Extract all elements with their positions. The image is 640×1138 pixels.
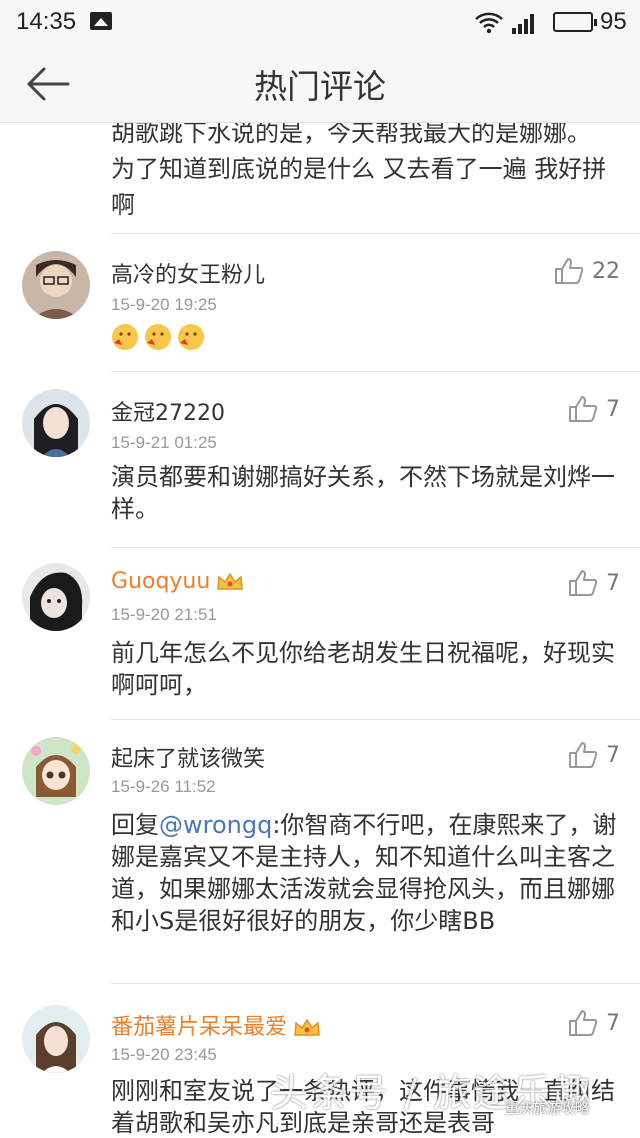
comment-username-text: 番茄薯片呆呆最爱 bbox=[111, 1015, 288, 1040]
like-button[interactable]: 7 bbox=[568, 1009, 620, 1037]
comment-time: 15-9-20 21:51 bbox=[111, 605, 217, 624]
thumbs-up-icon bbox=[555, 258, 584, 284]
thumbs-up-icon bbox=[569, 570, 598, 596]
comment-username[interactable]: 起床了就该微笑 bbox=[111, 741, 265, 773]
like-button[interactable]: 22 bbox=[554, 257, 620, 285]
status-bar: 14:35 95 bbox=[0, 0, 640, 44]
avatar[interactable] bbox=[22, 1005, 90, 1073]
divider bbox=[111, 547, 640, 548]
vip-crown-icon bbox=[294, 1018, 320, 1036]
avatar[interactable] bbox=[22, 563, 90, 631]
like-count: 7 bbox=[606, 570, 620, 596]
comment-username[interactable]: 金冠27220 bbox=[111, 395, 225, 427]
page-title: 热门评论 bbox=[254, 67, 386, 106]
comment-text: 演员都要和谢娜搞好关系，不然下场就是刘烨一样。 bbox=[111, 463, 615, 523]
like-button[interactable]: 7 bbox=[568, 741, 620, 769]
comment-text: 回复@wrongq:你智商不行吧，在康熙来了，谢娜是嘉宾又不是主持人，知不知道什… bbox=[111, 809, 621, 937]
comment-emojis bbox=[111, 323, 621, 359]
comment-text-continued: 胡歌跳下水说的是，今天帮我最大的是娜娜。 为了知道到底说的是什么 又去看了一遍 … bbox=[111, 123, 607, 219]
kiss-emoji-icon bbox=[112, 324, 138, 350]
like-count: 7 bbox=[606, 1010, 620, 1036]
kiss-emoji-icon bbox=[145, 324, 171, 350]
comment-username[interactable]: 番茄薯片呆呆最爱 bbox=[111, 1009, 321, 1041]
thumbs-up-icon bbox=[569, 1010, 598, 1036]
comment-username[interactable]: 高冷的女王粉儿 bbox=[111, 257, 265, 289]
comment-time: 15-9-21 01:25 bbox=[111, 433, 217, 452]
thumbs-up-icon bbox=[569, 396, 598, 422]
watermark-sub: 重庆旅游攻略 bbox=[505, 1101, 589, 1117]
comment-username-text: Guoqyuu bbox=[111, 569, 211, 594]
status-time: 14:35 bbox=[16, 8, 77, 35]
reply-prefix: 回复 bbox=[111, 811, 159, 839]
kiss-emoji-icon bbox=[178, 324, 204, 350]
vip-crown-icon bbox=[217, 572, 244, 590]
divider bbox=[111, 371, 640, 372]
divider bbox=[111, 983, 640, 984]
comment-text: 前几年怎么不见你给老胡发生日祝福呢，好现实啊呵呵， bbox=[111, 639, 615, 699]
signal-icon bbox=[512, 12, 540, 34]
comment-username[interactable]: Guoqyuu bbox=[111, 569, 244, 594]
divider bbox=[111, 233, 640, 234]
like-count: 22 bbox=[592, 258, 620, 284]
like-count: 7 bbox=[606, 396, 620, 422]
comment-time: 15-9-20 23:45 bbox=[111, 1045, 217, 1064]
avatar[interactable] bbox=[22, 737, 90, 805]
divider bbox=[111, 719, 640, 720]
mention-link[interactable]: @wrongq bbox=[159, 811, 272, 839]
like-count: 7 bbox=[606, 742, 620, 768]
wifi-icon bbox=[475, 12, 503, 34]
avatar[interactable] bbox=[22, 389, 90, 457]
battery-icon bbox=[553, 12, 597, 32]
thumbs-up-icon bbox=[569, 742, 598, 768]
nav-bar: 热门评论 bbox=[0, 44, 640, 123]
like-button[interactable]: 7 bbox=[568, 569, 620, 597]
comment-time: 15-9-26 11:52 bbox=[111, 777, 216, 796]
battery-percent: 95 bbox=[600, 8, 627, 35]
avatar[interactable] bbox=[22, 251, 90, 319]
comment-list[interactable]: 胡歌跳下水说的是，今天帮我最大的是娜娜。 为了知道到底说的是什么 又去看了一遍 … bbox=[0, 123, 640, 1138]
gallery-notification-icon bbox=[90, 12, 112, 30]
like-button[interactable]: 7 bbox=[568, 395, 620, 423]
comment-time: 15-9-20 19:25 bbox=[111, 295, 217, 314]
